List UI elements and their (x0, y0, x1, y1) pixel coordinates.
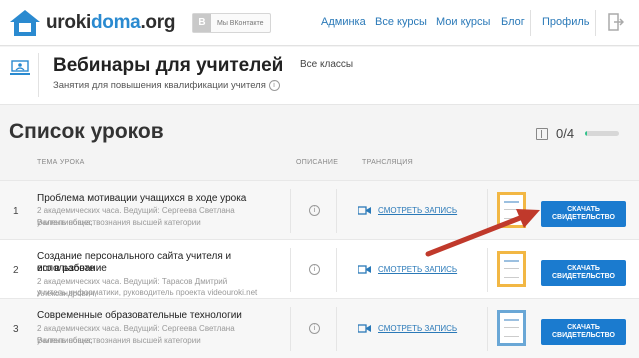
info-icon[interactable]: i (309, 264, 320, 275)
column-header-description: ОПИСАНИЕ (296, 159, 339, 166)
button-label: СКАЧАТЬ (567, 265, 600, 272)
camera-icon (358, 324, 371, 333)
table-row: 3 Современные образовательные технологии… (0, 299, 639, 358)
lesson-title[interactable]: Современные образовательные технологии (37, 310, 287, 322)
column-divider (487, 307, 488, 351)
book-icon (536, 128, 548, 140)
download-certificate-button[interactable]: СКАЧАТЬ СВИДЕТЕЛЬСТВО (541, 201, 626, 227)
button-label: СКАЧАТЬ (567, 324, 600, 331)
progress-count: 0/4 (556, 126, 575, 141)
column-header-topic: ТЕМА УРОКА (37, 159, 85, 166)
nav-all-courses[interactable]: Все курсы (375, 16, 427, 28)
site-logo[interactable]: urokidoma.org (8, 8, 175, 38)
nav-admin[interactable]: Админка (321, 16, 366, 28)
button-label: СВИДЕТЕЛЬСТВО (552, 273, 615, 280)
row-number: 3 (13, 324, 19, 335)
column-header-broadcast: ТРАНСЛЯЦИЯ (362, 159, 413, 166)
info-icon[interactable]: i (309, 323, 320, 334)
camera-icon (358, 265, 371, 274)
certificate-thumbnail[interactable] (497, 251, 526, 287)
house-logo-icon (10, 10, 40, 36)
column-divider (336, 307, 337, 351)
vk-icon: В (193, 14, 211, 32)
button-label: СВИДЕТЕЛЬСТВО (552, 214, 615, 221)
table-row: 1 Проблема мотивации учащихся в ходе уро… (0, 181, 639, 239)
download-certificate-button[interactable]: СКАЧАТЬ СВИДЕТЕЛЬСТВО (541, 260, 626, 286)
lesson-description-line: учитель обществознания высшей категории (37, 336, 201, 345)
table-row: 2 Создание персонального сайта учителя и… (0, 240, 639, 298)
lesson-description-line: учитель обществознания высшей категории (37, 218, 201, 227)
page-subtitle: Занятия для повышения квалификации учите… (53, 80, 280, 91)
vk-button[interactable]: В Мы ВКонтакте (192, 13, 271, 33)
info-icon[interactable]: i (309, 205, 320, 216)
webinar-icon (10, 60, 30, 75)
button-label: СКАЧАТЬ (567, 206, 600, 213)
watch-recording-link[interactable]: СМОТРЕТЬ ЗАПИСЬ (378, 324, 457, 333)
button-label: СВИДЕТЕЛЬСТВО (552, 332, 615, 339)
progress-fill (585, 131, 587, 136)
row-number: 2 (13, 265, 19, 276)
logo-text: urokidoma.org (46, 12, 176, 33)
nav-my-courses[interactable]: Мои курсы (436, 16, 490, 28)
nav-divider (595, 10, 596, 36)
column-divider (336, 248, 337, 292)
watch-recording-link[interactable]: СМОТРЕТЬ ЗАПИСЬ (378, 265, 457, 274)
column-divider (290, 189, 291, 233)
column-divider (290, 307, 291, 351)
column-divider (336, 189, 337, 233)
certificate-thumbnail[interactable] (497, 310, 526, 346)
download-certificate-button[interactable]: СКАЧАТЬ СВИДЕТЕЛЬСТВО (541, 319, 626, 345)
certificate-thumbnail[interactable] (497, 192, 526, 228)
page-title: Вебинары для учителей (53, 55, 284, 76)
top-navigation-bar: urokidoma.org В Мы ВКонтакте Админка Все… (0, 0, 639, 46)
progress-bar (585, 131, 619, 136)
class-filter[interactable]: Все классы (300, 59, 353, 70)
info-icon[interactable]: i (268, 80, 280, 91)
vk-label: Мы ВКонтакте (217, 19, 264, 27)
column-divider (290, 248, 291, 292)
nav-profile[interactable]: Профиль (542, 16, 590, 28)
camera-icon (358, 206, 371, 215)
nav-divider (530, 10, 531, 36)
lessons-heading: Список уроков (9, 120, 164, 143)
lesson-title[interactable]: Проблема мотивации учащихся в ходе урока (37, 193, 287, 205)
column-divider (487, 248, 488, 292)
row-number: 1 (13, 206, 19, 217)
column-divider (487, 189, 488, 233)
nav-blog[interactable]: Блог (501, 16, 525, 28)
subtitle-text: Занятия для повышения квалификации учите… (53, 80, 266, 92)
watch-recording-link[interactable]: СМОТРЕТЬ ЗАПИСЬ (378, 206, 457, 215)
page-header: Вебинары для учителей Все классы Занятия… (0, 47, 639, 105)
lesson-title-line2[interactable]: его в работе (37, 263, 287, 275)
exit-icon[interactable] (608, 13, 624, 31)
header-divider (38, 53, 39, 97)
